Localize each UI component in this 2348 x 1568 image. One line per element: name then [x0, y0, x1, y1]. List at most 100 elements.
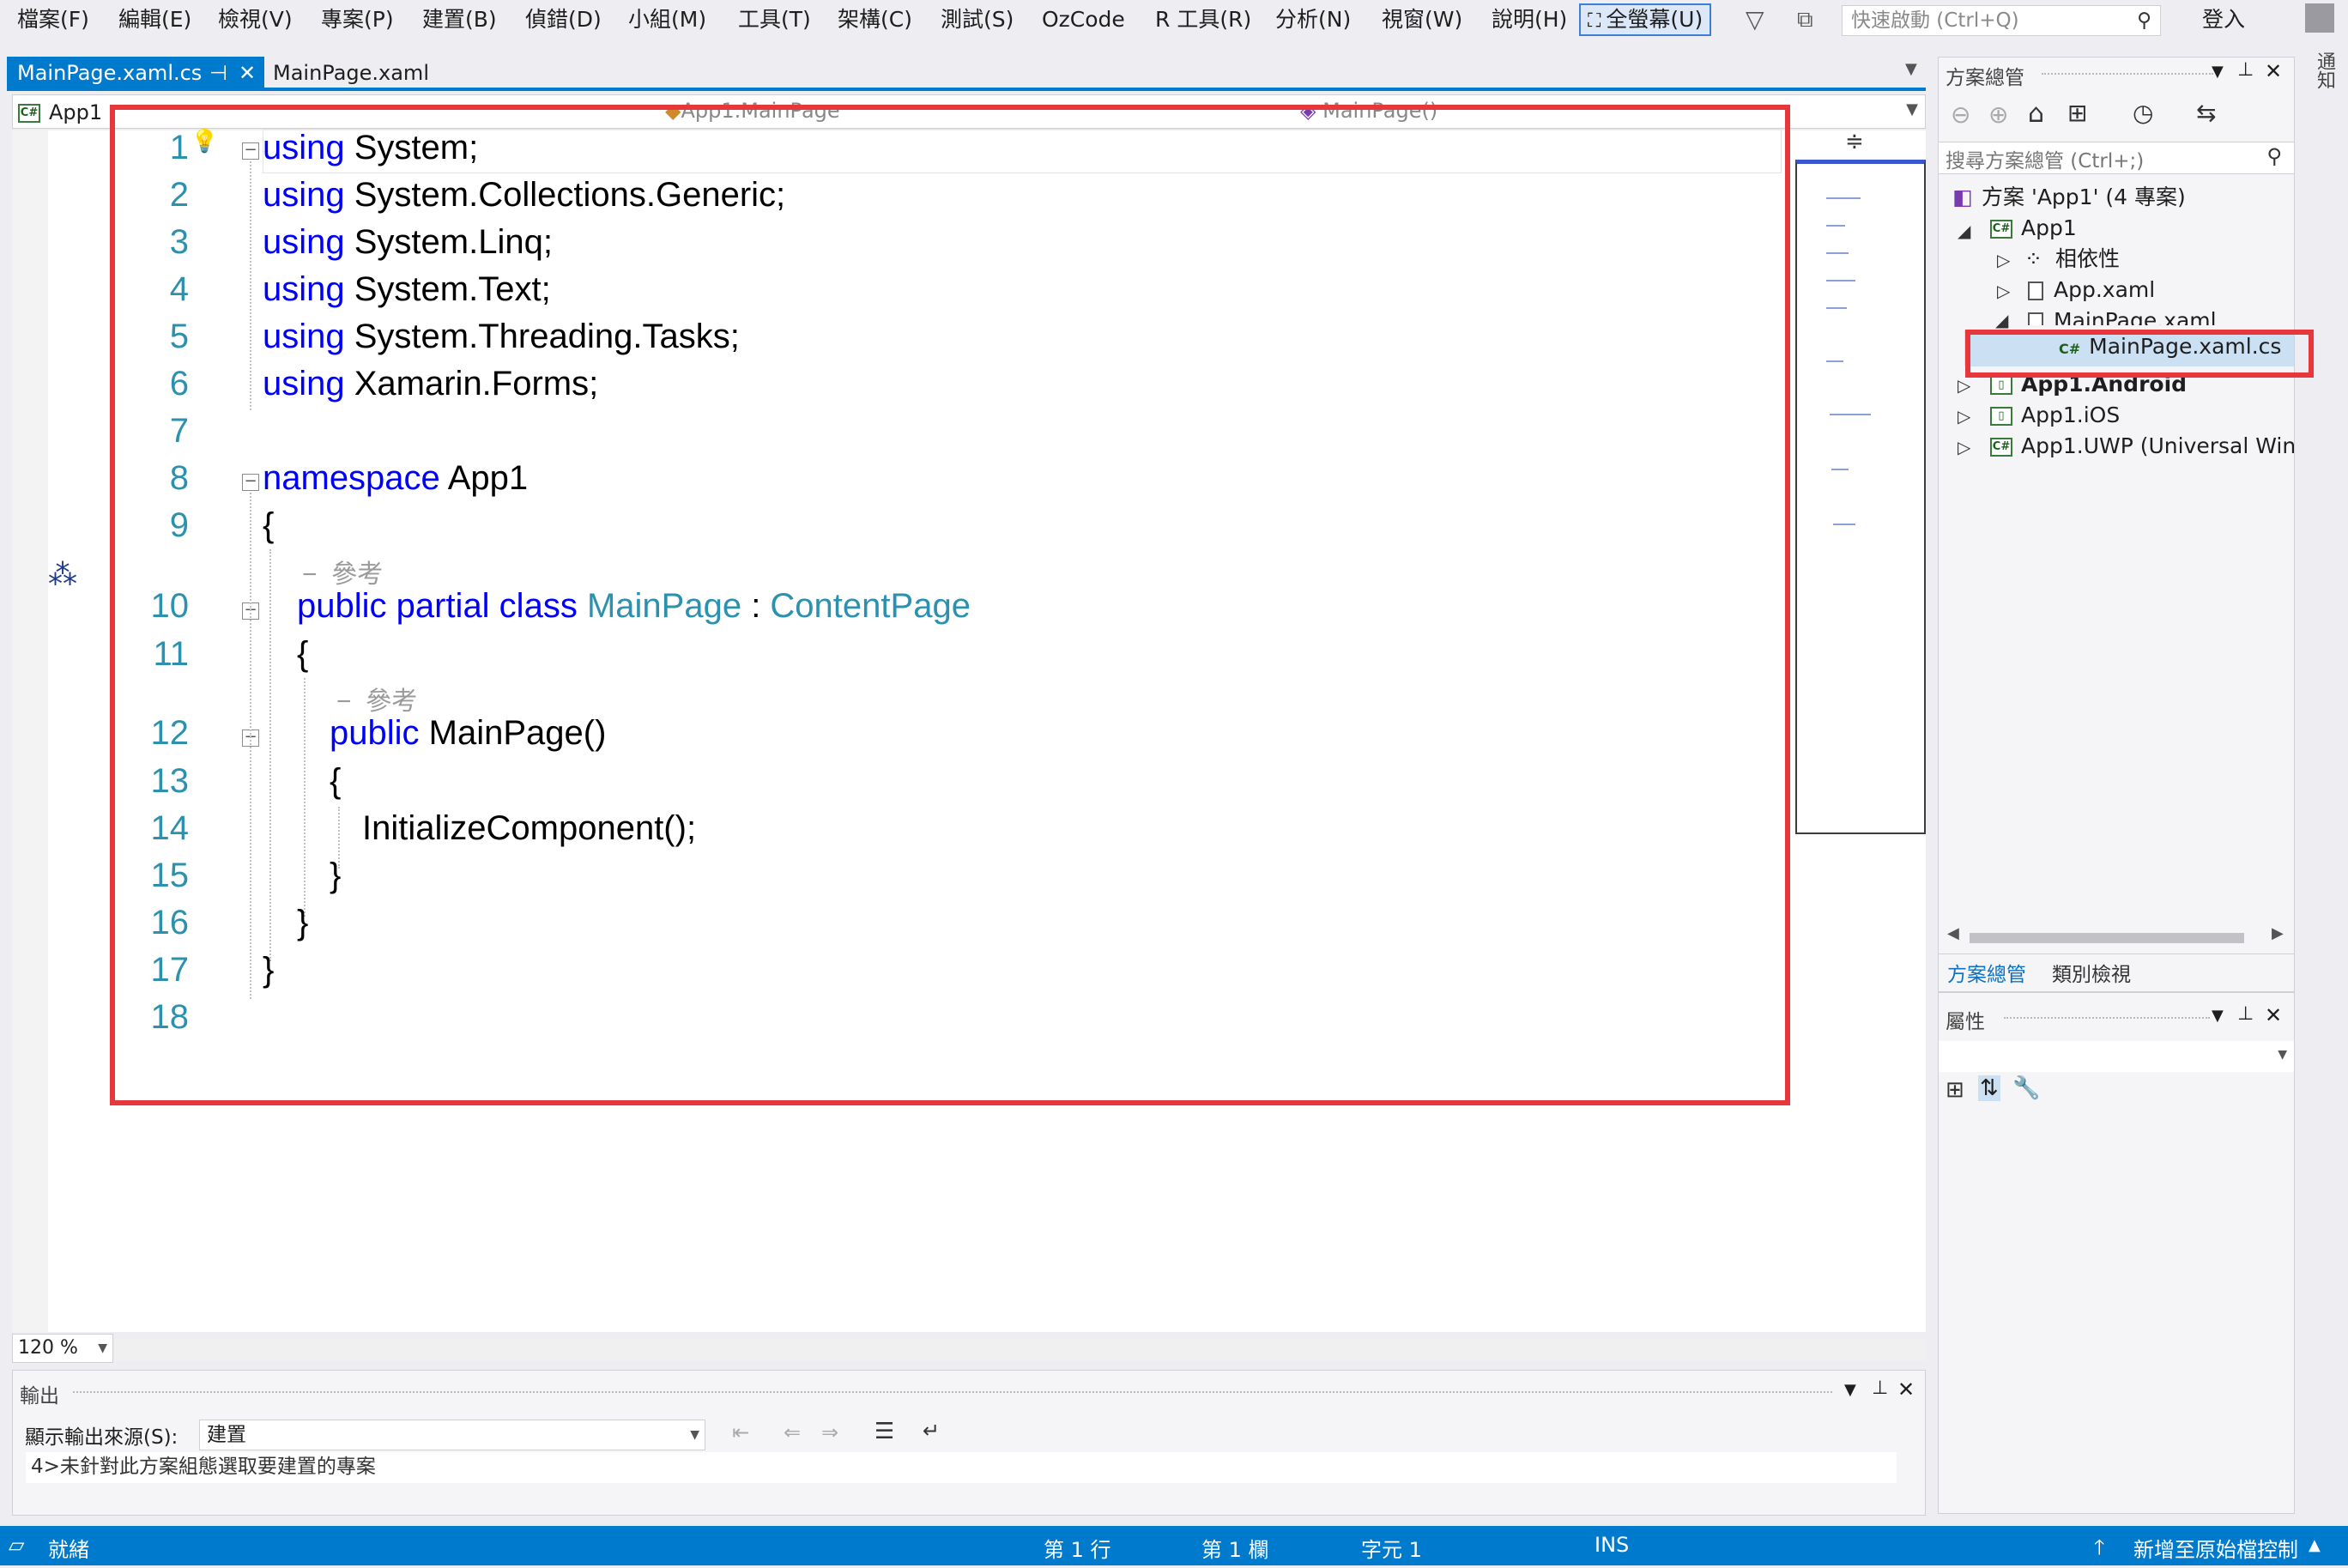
clear-all-icon[interactable]: ☰ — [874, 1419, 894, 1444]
split-icon[interactable]: ≑ — [1845, 129, 1864, 154]
close-icon[interactable]: ✕ — [2265, 1003, 2282, 1027]
tree-item-mainpage-xaml[interactable]: MainPage.xaml — [2028, 306, 2217, 325]
android-project-icon: ▯ — [1990, 376, 2012, 395]
close-icon[interactable]: ✕ — [2265, 59, 2282, 83]
output-source-select[interactable]: 建置 ▼ — [199, 1420, 705, 1450]
login-link[interactable]: 登入 — [2202, 5, 2245, 34]
chevron-down-icon[interactable]: ▼ — [1844, 1381, 1856, 1399]
minimap-viewport[interactable] — [1795, 160, 1926, 834]
menu-build[interactable]: 建置(B) — [422, 5, 497, 34]
home-icon[interactable]: ⌂ — [2028, 99, 2044, 129]
zoom-dropdown[interactable]: 120 % ▼ — [12, 1334, 113, 1363]
pin-icon[interactable]: ⊥ — [2237, 1003, 2254, 1025]
sync-icon[interactable]: ⇆ — [2196, 99, 2216, 127]
menu-debug[interactable]: 偵錯(D) — [525, 5, 602, 34]
account-avatar-icon[interactable] — [2305, 3, 2334, 33]
properties-title: 屬性 — [1946, 1011, 1985, 1033]
tab-mainpage-xaml-cs[interactable]: MainPage.xaml.cs ⊣ ✕ — [7, 57, 264, 89]
pin-icon[interactable]: ⊥ — [2237, 59, 2254, 81]
notifications-tab[interactable]: 通知 — [2303, 51, 2338, 103]
menu-tools[interactable]: 工具(T) — [738, 5, 811, 34]
chevron-up-icon[interactable]: ▲ — [2309, 1536, 2321, 1554]
tree-item-dependencies[interactable]: ⁘ 相依性 — [2024, 245, 2120, 274]
menu-edit[interactable]: 編輯(E) — [118, 5, 191, 34]
collapsed-arrow-icon[interactable]: ▷ — [1958, 437, 1970, 457]
tab-overflow-icon[interactable]: ▼ — [1905, 60, 1917, 78]
properties-object-select[interactable]: ▼ — [1939, 1041, 2294, 1072]
chevron-down-icon[interactable]: ▼ — [2212, 63, 2224, 81]
annotation-highlight-box — [1965, 330, 2314, 378]
tree-solution-root[interactable]: ◧ 方案 'App1' (4 專案) — [1952, 183, 2186, 212]
expanded-arrow-icon[interactable]: ◢ — [1995, 310, 2008, 330]
feedback-icon[interactable]: ⧉ — [1797, 5, 1813, 34]
tab-mainpage-xaml[interactable]: MainPage.xaml — [263, 57, 439, 89]
menu-r-tools[interactable]: R 工具(R) — [1155, 5, 1251, 34]
collapsed-arrow-icon[interactable]: ▷ — [1997, 250, 2010, 270]
tree-item-app1-ios[interactable]: ▯ App1.iOS — [1990, 401, 2120, 430]
collapsed-arrow-icon[interactable]: ▷ — [1958, 406, 1970, 427]
pending-changes-icon[interactable]: ◷ — [2133, 99, 2153, 127]
source-control-button[interactable]: 新增至原始檔控制 — [2133, 1533, 2298, 1563]
minimap-code-mark — [1830, 414, 1871, 415]
file-icon — [2028, 312, 2043, 325]
menu-view[interactable]: 檢視(V) — [218, 5, 293, 34]
scroll-left-icon[interactable]: ◀ — [1947, 924, 1959, 942]
close-icon[interactable]: ✕ — [239, 57, 256, 89]
menu-help[interactable]: 說明(H) — [1492, 5, 1567, 34]
scroll-right-icon[interactable]: ▶ — [2272, 924, 2284, 942]
menu-project[interactable]: 專案(P) — [321, 5, 394, 34]
go-to-prev-icon[interactable]: ⇐ — [784, 1420, 801, 1444]
collapsed-arrow-icon[interactable]: ▷ — [1958, 375, 1970, 396]
codelens-icon[interactable]: ⁂ — [48, 558, 77, 592]
minimap-code-mark — [1833, 524, 1855, 525]
sort-alpha-icon[interactable]: ⇅ — [1978, 1075, 2000, 1101]
solution-horizontal-scrollbar[interactable]: ◀ ▶ — [1939, 924, 2294, 948]
tree-item-app-xaml[interactable]: App.xaml — [2028, 275, 2155, 305]
tab-class-view[interactable]: 類別檢視 — [2052, 958, 2131, 987]
filter-icon[interactable]: ▽ — [1746, 5, 1764, 34]
switch-views-icon[interactable]: ⊞ — [2067, 99, 2087, 127]
output-source-label: 顯示輸出來源(S): — [25, 1426, 179, 1449]
panel-grip — [2042, 73, 2213, 82]
minimap-code-mark — [1826, 360, 1843, 362]
prev-message-icon[interactable]: ⇤ — [732, 1420, 749, 1444]
forward-icon[interactable]: ⊕ — [1988, 100, 2008, 129]
status-icon: ▱ — [9, 1533, 25, 1557]
menu-window[interactable]: 視窗(W) — [1382, 5, 1462, 34]
properties-panel: 屬性 ▼ ⊥ ✕ ▼ ⊞ ⇅ 🔧 — [1938, 992, 2295, 1514]
menu-bar: 檔案(F) 編輯(E) 檢視(V) 專案(P) 建置(B) 偵錯(D) 小組(M… — [0, 0, 2348, 39]
close-icon[interactable]: ✕ — [1897, 1377, 1915, 1402]
go-to-next-icon[interactable]: ⇒ — [821, 1420, 838, 1444]
menu-ozcode[interactable]: OzCode — [1042, 5, 1125, 34]
word-wrap-icon[interactable]: ↵ — [923, 1419, 940, 1443]
tree-item-app1-uwp[interactable]: C# App1.UWP (Universal Wind — [1990, 432, 2294, 461]
file-icon — [2028, 282, 2043, 300]
expanded-arrow-icon[interactable]: ◢ — [1958, 221, 1970, 241]
fullscreen-button[interactable]: ⛶ 全螢幕(U) — [1579, 3, 1712, 36]
pin-icon[interactable]: ⊣ — [209, 57, 227, 89]
project-dropdown[interactable]: C# App1 — [18, 100, 102, 124]
scroll-thumb[interactable] — [1970, 933, 2244, 943]
solution-search-input[interactable]: 搜尋方案總管 (Ctrl+;) ⚲ — [1939, 142, 2294, 174]
wrench-icon[interactable]: 🔧 — [2012, 1075, 2040, 1101]
chevron-down-icon[interactable]: ▼ — [2212, 1007, 2224, 1025]
tab-solution-explorer[interactable]: 方案總管 — [1947, 958, 2026, 987]
menu-test[interactable]: 測試(S) — [941, 5, 1014, 34]
pin-icon[interactable]: ⊥ — [1872, 1377, 1888, 1399]
tree-item-app1[interactable]: C# App1 — [1990, 214, 2077, 243]
quick-launch-input[interactable]: 快速啟動 (Ctrl+Q) ⚲ — [1842, 5, 2161, 36]
menu-file[interactable]: 檔案(F) — [17, 5, 89, 34]
status-line: 第 1 行 — [1044, 1538, 1111, 1562]
menu-architecture[interactable]: 架構(C) — [838, 5, 912, 34]
status-column: 第 1 欄 — [1201, 1538, 1269, 1562]
back-icon[interactable]: ⊖ — [1951, 100, 1970, 129]
minimap-code-mark — [1826, 225, 1845, 227]
ios-project-icon: ▯ — [1990, 407, 2012, 426]
chevron-down-icon[interactable]: ▼ — [1906, 100, 1918, 118]
collapsed-arrow-icon[interactable]: ▷ — [1997, 281, 2010, 301]
menu-analyze[interactable]: 分析(N) — [1275, 5, 1351, 34]
horizontal-scrollbar[interactable] — [115, 1339, 1926, 1361]
menu-team[interactable]: 小組(M) — [628, 5, 706, 34]
chevron-down-icon: ▼ — [2278, 1048, 2287, 1062]
categorized-icon[interactable]: ⊞ — [1946, 1077, 1964, 1103]
